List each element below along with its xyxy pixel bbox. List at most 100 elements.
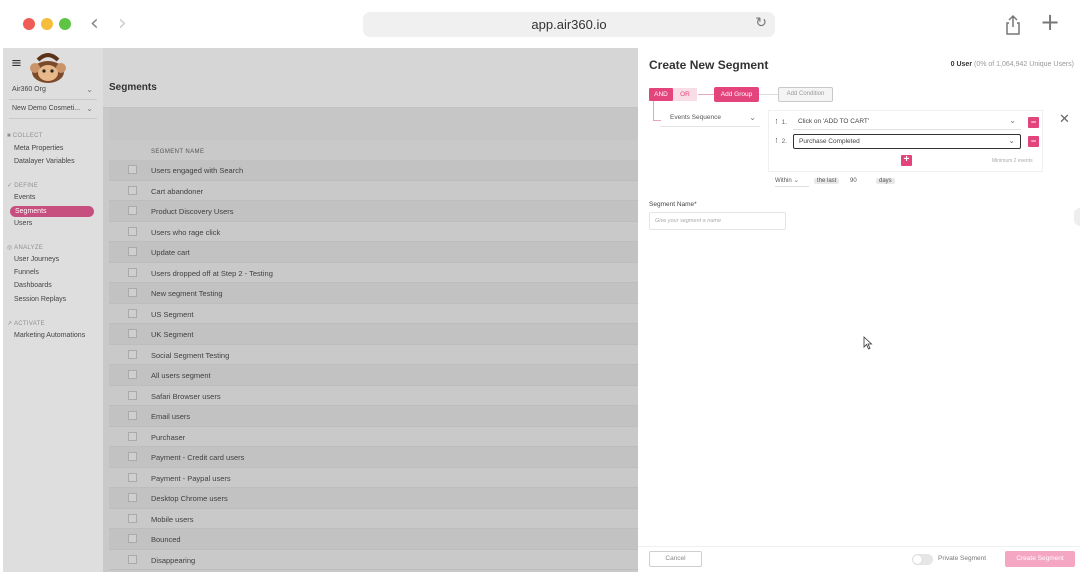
share-icon[interactable] xyxy=(1004,14,1022,36)
menu-icon[interactable]: ≡ xyxy=(11,56,22,71)
table-row[interactable]: Disappearing xyxy=(109,550,638,570)
events-sequence-select[interactable]: Events Sequence ⌄ xyxy=(660,111,760,127)
segment-name-cell: Bounced xyxy=(151,535,181,544)
close-icon[interactable]: ✕ xyxy=(1059,112,1070,127)
row-checkbox[interactable] xyxy=(128,267,137,277)
days-value: 90 xyxy=(850,178,857,184)
row-checkbox[interactable] xyxy=(128,390,137,400)
sidebar-item-meta-properties[interactable]: Meta Properties xyxy=(14,145,63,152)
connector-line xyxy=(698,94,714,95)
table-row[interactable]: Payment - Credit card users xyxy=(109,447,638,468)
maximize-window-button[interactable] xyxy=(59,18,71,30)
the-last-value: the last xyxy=(814,178,840,184)
days-unit-select[interactable]: days xyxy=(876,175,895,187)
table-row[interactable]: US Segment xyxy=(109,304,638,324)
sidebar-item-marketing-automations[interactable]: Marketing Automations xyxy=(14,332,85,339)
user-count: 0 User (0% of 1,064,942 Unique Users) xyxy=(951,61,1074,68)
or-toggle-button[interactable]: OR xyxy=(673,88,697,101)
table-row[interactable]: Users dropped off at Step 2 - Testing xyxy=(109,263,638,283)
private-segment-toggle[interactable] xyxy=(912,554,933,565)
row-checkbox[interactable] xyxy=(128,493,137,502)
row-checkbox[interactable] xyxy=(128,288,137,297)
new-tab-icon[interactable]: + xyxy=(1040,10,1060,34)
row-checkbox[interactable] xyxy=(128,472,137,482)
row-checkbox[interactable] xyxy=(128,165,137,174)
add-group-button[interactable]: Add Group xyxy=(714,87,759,102)
sidebar-item-events[interactable]: Events xyxy=(14,194,35,201)
add-event-button[interactable]: + xyxy=(901,155,912,166)
add-condition-button[interactable]: Add Condition xyxy=(778,87,833,102)
table-row[interactable]: Purchaser xyxy=(109,427,638,447)
segment-name-cell: Product Discovery Users xyxy=(151,207,234,216)
condition-2-select[interactable]: Purchase Completed ⌄ xyxy=(793,134,1021,149)
address-bar[interactable]: app.air360.io ↻ xyxy=(363,12,775,37)
row-checkbox[interactable] xyxy=(128,370,137,379)
org-select[interactable]: Air360 Org ⌄ xyxy=(9,82,97,100)
table-row[interactable]: Update cart xyxy=(109,242,638,263)
table-row[interactable]: Product Discovery Users xyxy=(109,201,638,222)
row-checkbox[interactable] xyxy=(128,226,137,236)
row-checkbox[interactable] xyxy=(128,554,137,564)
segment-name-cell: Users who rage click xyxy=(151,227,221,237)
segment-name-input[interactable]: Give your segment a name xyxy=(649,212,786,230)
row-checkbox[interactable] xyxy=(128,513,137,523)
table-row[interactable]: Mobile users xyxy=(109,509,638,529)
table-row[interactable]: Email users xyxy=(109,406,638,427)
sidebar-item-funnels[interactable]: Funnels xyxy=(14,269,39,276)
row-checkbox[interactable] xyxy=(128,534,137,543)
table-row[interactable]: Cart abandoner xyxy=(109,181,638,201)
minimize-window-button[interactable] xyxy=(41,18,53,30)
segment-name-cell: Update cart xyxy=(151,248,190,257)
row-checkbox[interactable] xyxy=(128,185,137,195)
row-checkbox[interactable] xyxy=(128,452,137,461)
remove-condition-1-button[interactable]: − xyxy=(1028,117,1039,128)
app-area: ≡ Air360 Org ⌄ New Demo Cosmeti... ⌄ ■ C… xyxy=(3,48,638,572)
chevron-down-icon: ⌄ xyxy=(86,104,93,113)
back-arrow-icon[interactable]: ‹ xyxy=(90,12,99,36)
sidebar-item-dashboards[interactable]: Dashboards xyxy=(14,282,52,289)
sidebar-item-session-replays[interactable]: Session Replays xyxy=(14,296,66,303)
row-checkbox[interactable] xyxy=(128,329,137,338)
section-define: ✓ DEFINE xyxy=(7,183,39,189)
row-checkbox[interactable] xyxy=(128,206,137,215)
and-toggle-button[interactable]: AND xyxy=(649,88,673,101)
project-select[interactable]: New Demo Cosmeti... ⌄ xyxy=(9,101,97,119)
row-checkbox[interactable] xyxy=(128,247,137,256)
table-row[interactable]: Desktop Chrome users xyxy=(109,488,638,509)
row-checkbox[interactable] xyxy=(128,431,137,441)
toggle-knob xyxy=(913,555,922,564)
panel-edge-handle[interactable] xyxy=(1074,208,1080,226)
condition-1-select[interactable]: Click on 'ADD TO CART' ⌄ xyxy=(793,115,1021,130)
table-row[interactable]: Users engaged with Search xyxy=(109,160,638,181)
table-row[interactable]: New segment Testing xyxy=(109,283,638,304)
remove-condition-2-button[interactable]: − xyxy=(1028,136,1039,147)
chevron-down-icon: ⌄ xyxy=(1009,116,1016,125)
sidebar-item-user-journeys[interactable]: User Journeys xyxy=(14,256,59,263)
row-checkbox[interactable] xyxy=(128,349,137,359)
table-row[interactable]: Social Segment Testing xyxy=(109,345,638,365)
table-row[interactable]: UK Segment xyxy=(109,324,638,345)
forward-arrow-icon[interactable]: › xyxy=(118,12,127,36)
the-last-select[interactable]: the last xyxy=(814,175,840,187)
table-row[interactable]: Bounced xyxy=(109,529,638,550)
within-select[interactable]: Within ⌄ xyxy=(775,175,809,187)
reload-icon[interactable]: ↻ xyxy=(755,15,767,31)
segment-name-cell: New segment Testing xyxy=(151,289,223,298)
create-segment-button[interactable]: Create Segment xyxy=(1005,551,1075,567)
row-checkbox[interactable] xyxy=(128,308,137,318)
table-row[interactable]: Payment - Paypal users xyxy=(109,468,638,488)
cancel-button[interactable]: Cancel xyxy=(649,551,702,567)
org-select-value: Air360 Org xyxy=(12,86,46,93)
days-input[interactable]: 90 xyxy=(850,175,857,187)
sidebar-item-datalayer-variables[interactable]: Datalayer Variables xyxy=(14,158,75,165)
table-row[interactable]: Safari Browser users xyxy=(109,386,638,406)
table-row[interactable]: Users who rage click xyxy=(109,222,638,242)
minimum-events-note: Minimum 2 events xyxy=(992,158,1033,164)
table-row[interactable]: All users segment xyxy=(109,365,638,386)
sidebar-item-segments[interactable]: Segments xyxy=(10,206,94,217)
sidebar-item-users[interactable]: Users xyxy=(14,220,32,227)
monkey-logo-icon xyxy=(30,53,66,83)
private-segment-label: Private Segment xyxy=(938,555,987,562)
row-checkbox[interactable] xyxy=(128,411,137,420)
close-window-button[interactable] xyxy=(23,18,35,30)
